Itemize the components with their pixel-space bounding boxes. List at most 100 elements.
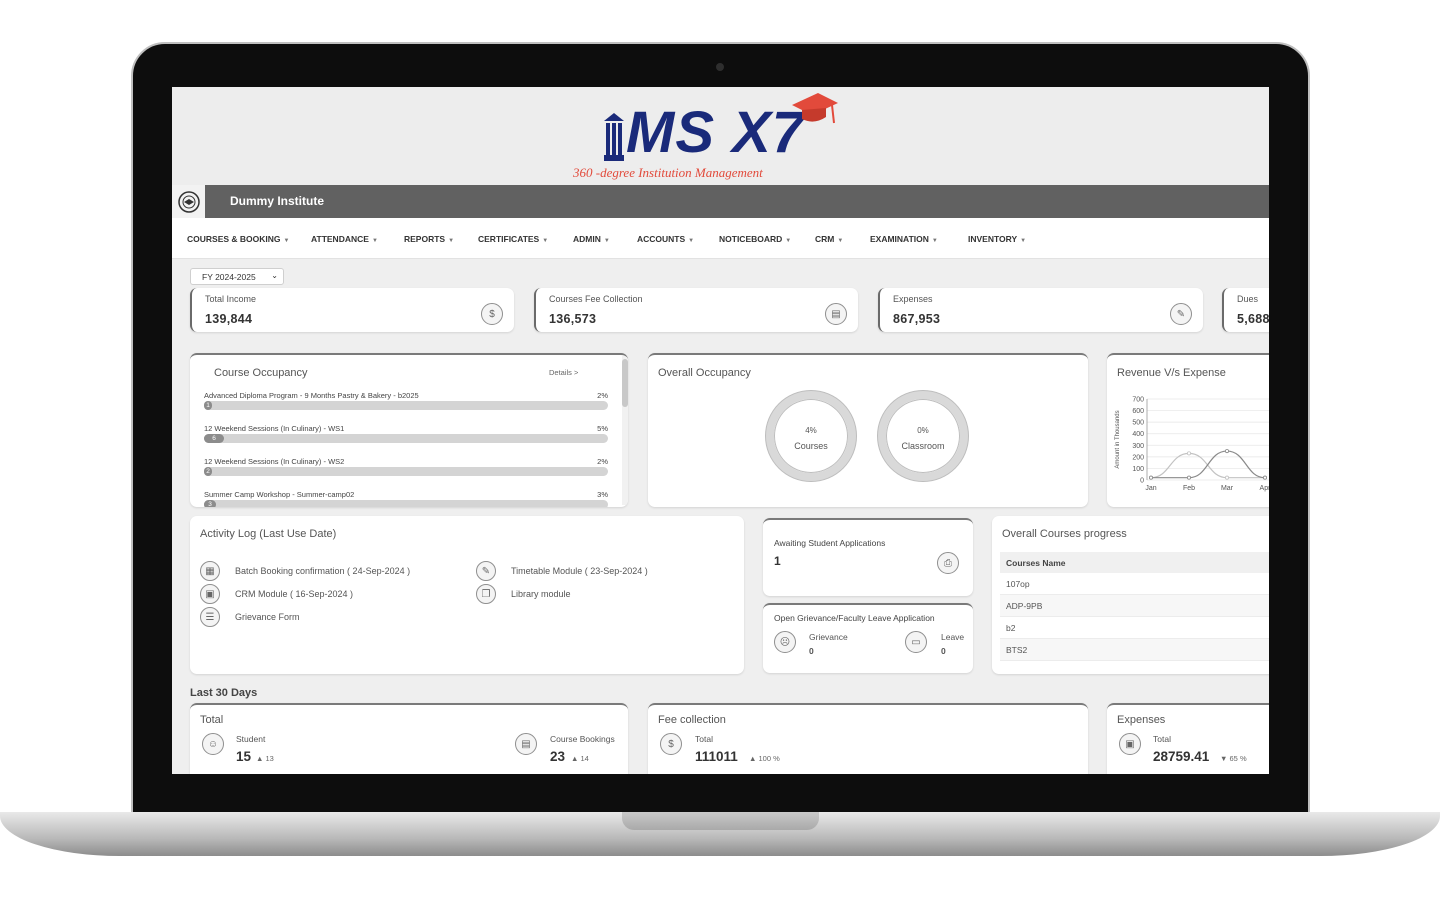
applications-icon: ⎙ [937,552,959,574]
y-tick-label: 600 [1132,408,1144,415]
menu-crm[interactable]: CRM ▼ [815,234,843,244]
expenses-delta: ▼ 65 % [1220,754,1247,763]
overall-occupancy-card: Overall Occupancy 4% Courses 0% Classroo… [648,353,1088,507]
menu-attendance[interactable]: ATTENDANCE ▼ [311,234,378,244]
menu-certificates[interactable]: CERTIFICATES ▼ [478,234,548,244]
table-header: Courses Name [1000,552,1269,573]
student-delta-value: 13 [265,754,274,763]
donut-name: Classroom [901,441,945,451]
graduation-cap-icon [792,93,838,124]
activity-text: Batch Booking confirmation ( 24-Sep-2024… [235,566,411,576]
data-point [1225,475,1230,480]
scrollbar-thumb[interactable] [622,359,628,407]
occupancy-bar-track: 2 [204,467,608,476]
expenses-wallet-icon: ▣ [1119,733,1141,755]
stat-dues[interactable]: Dues 5,688 [1222,288,1269,332]
stat-expenses[interactable]: Expenses 867,953 ✎ [878,288,1203,332]
last30-expenses-card: Expenses ▣ Total 28759.41 ▼ 65 % [1107,703,1269,774]
laptop-notch [622,812,819,830]
fiscal-year-value: FY 2024-2025 [202,272,256,282]
table-row[interactable]: ADP-9PB [1000,595,1269,617]
x-tick-label: Jan [1145,485,1156,492]
card-title: Activity Log (Last Use Date) [200,528,337,540]
caret-down-icon: ▼ [931,238,938,244]
courses-occupancy-donut: 4% Courses [766,391,856,481]
occupancy-course-name: 12 Weekend Sessions (In Culinary) - WS1 [204,424,345,433]
last30-total-card: Total ☺ Student 15 ▲ 13 ▤ Course Booking… [190,703,628,774]
occupancy-percent: 2% [597,457,608,466]
x-tick-label: Feb [1183,485,1195,492]
stat-label: Total Income [205,294,257,304]
activity-text: Library module [511,589,571,599]
awaiting-applications-card[interactable]: Awaiting Student Applications 1 ⎙ [763,518,973,596]
card-title: Overall Courses progress [1002,528,1127,540]
grievance-label: Grievance [809,632,848,642]
occupancy-bar-fill: 3 [204,500,217,507]
occupancy-row[interactable]: 12 Weekend Sessions (In Culinary) - WS2 2… [204,457,608,487]
card-title: Fee collection [658,714,726,726]
caret-down-icon: ▼ [542,238,549,244]
data-point [1262,475,1267,480]
occupancy-row[interactable]: Summer Camp Workshop - Summer-camp02 3% 3 [204,490,608,507]
bookings-label: Course Bookings [550,734,615,744]
y-tick-label: 500 [1132,420,1144,427]
stat-value: 139,844 [205,312,253,326]
institute-emblem-icon [177,190,200,213]
fee-document-icon: ▤ [825,303,847,325]
menu-courses-booking[interactable]: COURSES & BOOKING ▼ [187,234,289,244]
occupancy-course-name: Summer Camp Workshop - Summer-camp02 [204,490,355,499]
donut-pct: 4% [805,426,817,435]
menu-label: REPORTS [404,234,446,244]
scrollbar-track[interactable] [622,355,628,505]
student-delta: ▲ 13 [256,754,274,763]
card-title: Total [200,714,224,726]
occupancy-row[interactable]: Advanced Diploma Program - 9 Months Past… [204,391,608,421]
leave-icon: ▭ [905,631,927,653]
menu-accounts[interactable]: ACCOUNTS ▼ [637,234,694,244]
occupancy-row[interactable]: 12 Weekend Sessions (In Culinary) - WS1 5… [204,424,608,454]
card-title: Course Occupancy [214,367,308,379]
occupancy-percent: 2% [597,391,608,400]
menu-label: EXAMINATION [870,234,929,244]
timetable-icon: ✎ [476,561,496,581]
stat-courses-fee-collection[interactable]: Courses Fee Collection 136,573 ▤ [534,288,858,332]
course-occupancy-card: Course Occupancy Details > Advanced Dipl… [190,353,628,507]
menu-admin[interactable]: ADMIN ▼ [573,234,610,244]
stat-value: 136,573 [549,312,597,326]
table-row[interactable]: b2 [1000,617,1269,639]
fee-delta: ▲ 100 % [749,754,780,763]
caret-down-icon: ▼ [785,238,792,244]
expenses-total-value: 28759.41 [1153,749,1210,764]
menu-inventory[interactable]: INVENTORY ▼ [968,234,1026,244]
menu-noticeboard[interactable]: NOTICEBOARD ▼ [719,234,791,244]
course-bookings-icon: ▤ [515,733,537,755]
stat-label: Dues [1237,294,1259,304]
caret-down-icon: ▼ [448,238,455,244]
main-menu: COURSES & BOOKING ▼ ATTENDANCE ▼ REPORTS ▼ … [172,218,1269,259]
institute-logo[interactable] [172,185,205,218]
data-point [1187,451,1192,456]
activity-text: Timetable Module ( 23-Sep-2024 ) [511,566,648,576]
menu-label: NOTICEBOARD [719,234,783,244]
logo-band: MS X7 360 -degree Institution Management [172,87,1269,185]
courses-progress-card: Overall Courses progress Courses Name 10… [992,516,1269,674]
details-link[interactable]: Details > [549,368,578,377]
grievance-value[interactable]: 0 [809,646,814,656]
fiscal-year-select[interactable]: FY 2024-2025 ⌄ [190,268,284,285]
occupancy-course-name: 12 Weekend Sessions (In Culinary) - WS2 [204,457,345,466]
revenue-expense-card: Revenue V/s Expense 700 600 500 400 300 200 10… [1107,353,1269,507]
stat-total-income[interactable]: Total Income 139,844 $ [190,288,514,332]
menu-reports[interactable]: REPORTS ▼ [404,234,454,244]
menu-examination[interactable]: EXAMINATION ▼ [870,234,938,244]
occupancy-course-name: Advanced Diploma Program - 9 Months Past… [204,391,419,400]
leave-value[interactable]: 0 [941,646,946,656]
card-title: Awaiting Student Applications [774,538,886,548]
donut-name: Courses [794,441,828,451]
table-row[interactable]: 107op [1000,573,1269,595]
caret-down-icon: ▼ [688,238,695,244]
y-tick-label: 700 [1132,397,1144,404]
pillar-icon [604,113,624,161]
table-row[interactable]: BTS2 [1000,639,1269,661]
app-screen: MS X7 360 -degree Institution Management… [172,87,1269,774]
caret-down-icon: ▼ [283,238,290,244]
